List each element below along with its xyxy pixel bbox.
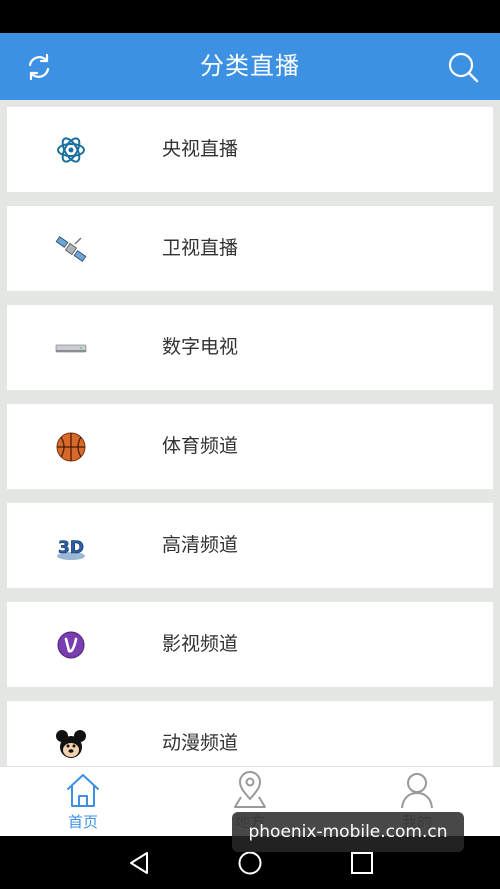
location-pin-icon <box>234 771 266 808</box>
person-icon <box>401 773 433 809</box>
category-item-anime[interactable]: 动漫频道 <box>7 701 493 766</box>
status-bar <box>0 0 500 33</box>
tab-label: 首页 <box>67 813 98 831</box>
3d-icon: 3D <box>57 538 85 560</box>
back-icon[interactable] <box>127 850 153 876</box>
category-item-movies[interactable]: 影视频道 <box>7 602 493 687</box>
film-logo-icon <box>57 631 85 659</box>
category-label: 体育频道 <box>162 435 239 457</box>
search-icon[interactable] <box>446 50 480 84</box>
atom-icon <box>57 137 85 163</box>
page-title: 分类直播 <box>200 52 300 80</box>
home-icon <box>67 774 99 807</box>
home-circle-icon[interactable] <box>237 850 263 876</box>
tab-home[interactable]: 首页 <box>33 767 133 837</box>
category-item-digital-tv[interactable]: 数字电视 <box>7 305 493 390</box>
category-item-sports[interactable]: 体育频道 <box>7 404 493 489</box>
category-label: 央视直播 <box>162 138 239 160</box>
svg-text:3D: 3D <box>58 538 84 558</box>
category-item-hd[interactable]: 3D 高清频道 <box>7 503 493 588</box>
category-label: 数字电视 <box>162 336 239 358</box>
satellite-icon <box>55 236 87 262</box>
category-item-cctv[interactable]: 央视直播 <box>7 107 493 192</box>
mickey-icon <box>56 730 86 758</box>
category-label: 动漫频道 <box>162 732 239 754</box>
category-label: 高清频道 <box>162 534 239 556</box>
category-label: 影视频道 <box>162 633 239 655</box>
category-item-satellite[interactable]: 卫视直播 <box>7 206 493 291</box>
recents-icon[interactable] <box>349 850 375 876</box>
watermark: phoenix-mobile.com.cn <box>232 812 464 852</box>
category-label: 卫视直播 <box>162 237 239 259</box>
category-list: 央视直播 卫视直播 数字电视 体育频道 3D 高清频道 影视频道 动漫频道 <box>0 100 500 766</box>
basketball-icon <box>56 432 86 462</box>
set-top-box-icon <box>55 344 87 353</box>
app-bar: 分类直播 <box>0 33 500 100</box>
